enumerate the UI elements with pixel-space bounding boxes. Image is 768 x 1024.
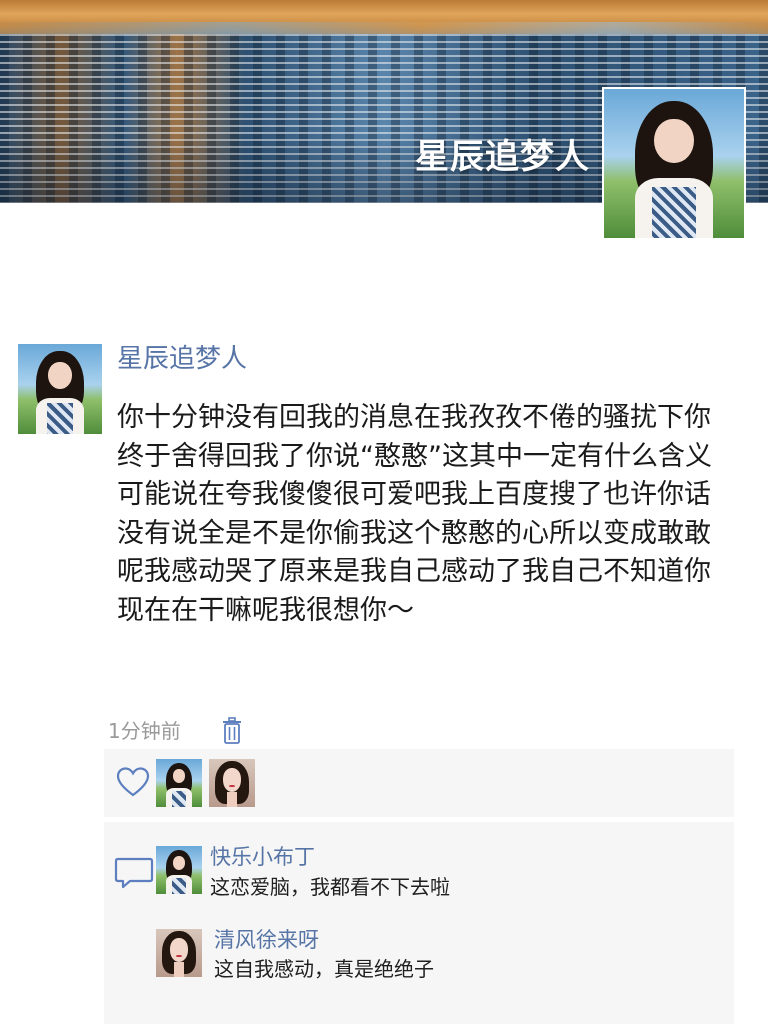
post-timestamp: 1分钟前 xyxy=(108,719,181,743)
comment-bubble-icon[interactable] xyxy=(112,853,156,893)
profile-avatar[interactable] xyxy=(602,87,746,240)
liker-avatar[interactable] xyxy=(156,759,202,807)
cover-landscape xyxy=(0,0,768,34)
comment-author[interactable]: 快乐小布丁 xyxy=(210,842,315,872)
profile-name[interactable]: 星辰追梦人 xyxy=(380,132,590,182)
trash-icon[interactable] xyxy=(220,716,244,746)
post-author-name[interactable]: 星辰追梦人 xyxy=(117,340,247,378)
heart-icon[interactable] xyxy=(114,764,152,802)
liker-avatar[interactable] xyxy=(209,759,255,807)
comment-author[interactable]: 清风徐来呀 xyxy=(214,925,319,955)
comment-text: 这自我感动，真是绝绝子 xyxy=(214,957,434,981)
commenter-avatar[interactable] xyxy=(156,846,202,894)
comment-text: 这恋爱脑，我都看不下去啦 xyxy=(210,875,450,899)
commenter-avatar[interactable] xyxy=(156,929,202,977)
post-author-avatar[interactable] xyxy=(18,344,102,434)
moments-page: 星辰追梦人 星辰追梦人 你十分钟没有回我的消息在我孜孜不倦的骚扰下你终于舍得回我… xyxy=(0,0,768,1024)
post-text: 你十分钟没有回我的消息在我孜孜不倦的骚扰下你终于舍得回我了你说“憨憨”这其中一定… xyxy=(117,402,712,626)
